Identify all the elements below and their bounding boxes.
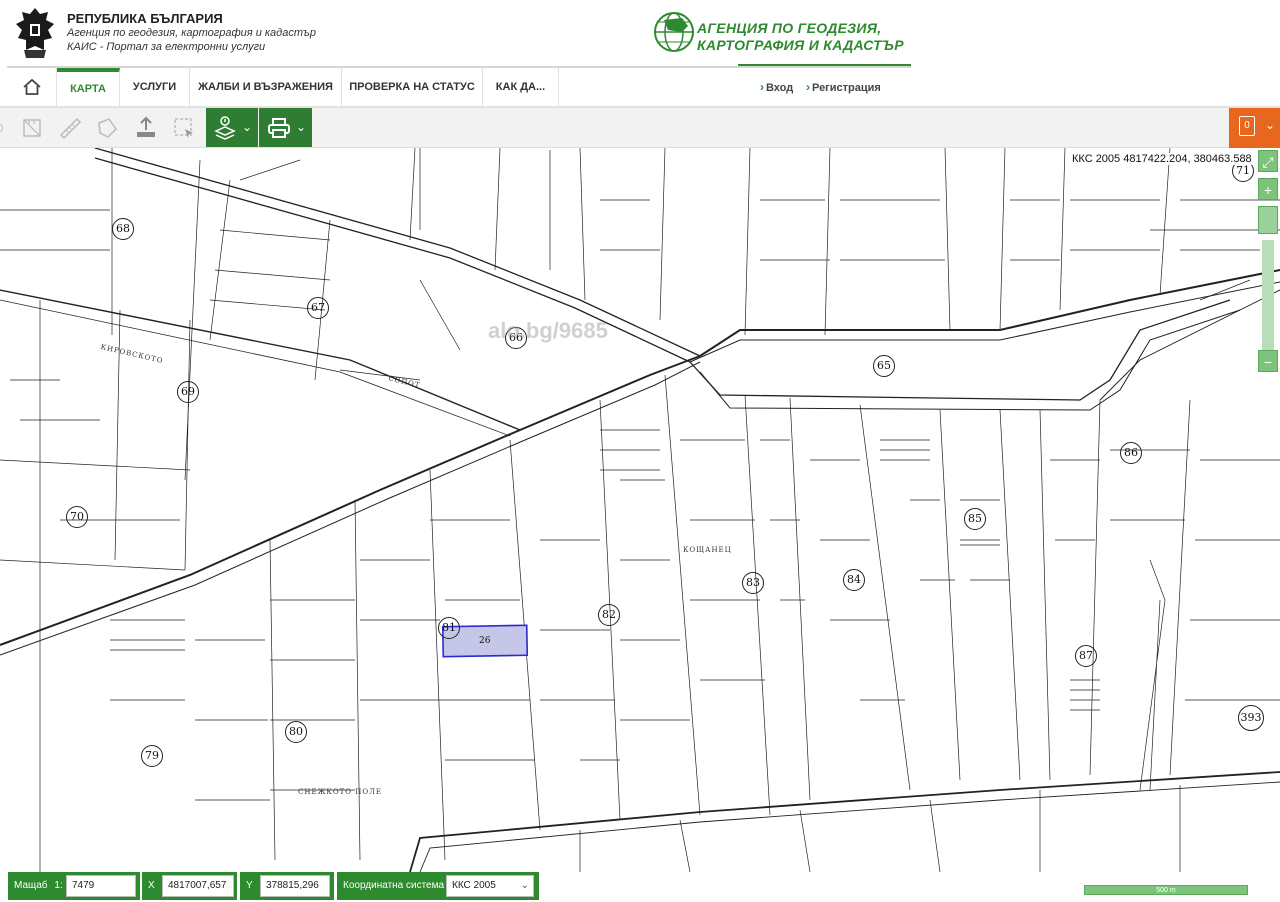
locality-label: КОЩАНЕЦ [683, 546, 732, 554]
layers-icon [214, 115, 236, 140]
coordinate-system-value: ККС 2005 [452, 880, 496, 891]
coat-of-arms-logo [16, 8, 54, 58]
agency-name-line2: КАРТОГРАФИЯ И КАДАСТЪР [697, 37, 904, 53]
block-number: 83 [742, 572, 764, 594]
cursor-coordinates: ККС 2005 4817422.204, 380463.588 [1070, 153, 1254, 165]
upload-icon[interactable] [128, 110, 164, 146]
block-number: 80 [285, 721, 307, 743]
print-icon [268, 117, 290, 138]
nav-complaints[interactable]: ЖАЛБИ И ВЪЗРАЖЕНИЯ [190, 68, 342, 106]
register-label: Регистрация [812, 82, 881, 94]
cart-button[interactable]: 0 ⌄ [1229, 108, 1280, 148]
print-button[interactable]: ⌄ [259, 108, 312, 147]
login-label: Вход [766, 82, 794, 94]
block-number: 69 [177, 381, 199, 403]
ruler-icon[interactable] [52, 110, 88, 146]
block-number: 67 [307, 297, 329, 319]
nav-services[interactable]: УСЛУГИ [120, 68, 190, 106]
block-number: 393 [1238, 705, 1264, 731]
zoom-slider-track[interactable] [1262, 240, 1274, 350]
cadastral-map[interactable]: КИРОВСКОТО СОПОТ КОЩАНЕЦ СНЕЖКОТО ПОЛЕ 6… [0, 148, 1280, 872]
zoom-slider-handle[interactable] [1258, 206, 1278, 234]
y-coordinate-field[interactable]: 378815,296 [260, 875, 330, 897]
layers-button[interactable]: ⌄ [206, 108, 258, 147]
portal-subtitle: КАИС - Портал за електронни услуги [67, 41, 266, 53]
scale-input[interactable]: 7479 [66, 875, 136, 897]
main-nav: КАРТА УСЛУГИ ЖАЛБИ И ВЪЗРАЖЕНИЯ ПРОВЕРКА… [0, 66, 1280, 108]
block-number: 87 [1075, 645, 1097, 667]
zoom-controls: ⤢ + − [1258, 150, 1280, 372]
zoom-in-button[interactable]: + [1258, 178, 1278, 200]
polygon-icon[interactable] [89, 110, 125, 146]
x-coordinate-field[interactable]: 4817007,657 [162, 875, 234, 897]
zoom-out-button[interactable]: − [1258, 350, 1278, 372]
chevron-right-icon: › [760, 80, 764, 94]
locality-label: СНЕЖКОТО ПОЛЕ [298, 788, 383, 796]
login-link[interactable]: › Вход [760, 68, 793, 106]
selected-parcel-label: 26 [479, 636, 491, 646]
block-number: 86 [1120, 442, 1142, 464]
app-root: РЕПУБЛИКА БЪЛГАРИЯ Агенция по геодезия, … [0, 0, 1280, 902]
select-area-icon[interactable] [166, 110, 202, 146]
block-number: 65 [873, 355, 895, 377]
watermark: alo.bg/9685 [488, 318, 608, 343]
block-number: 84 [843, 569, 865, 591]
header: РЕПУБЛИКА БЪЛГАРИЯ Агенция по геодезия, … [0, 0, 1280, 68]
block-number: 79 [141, 745, 163, 767]
block-number: 68 [112, 218, 134, 240]
agency-globe-logo [654, 12, 694, 52]
home-icon [22, 78, 41, 95]
block-number: 82 [598, 604, 620, 626]
agency-name: АГЕНЦИЯ ПО ГЕОДЕЗИЯ, КАРТОГРАФИЯ И КАДАС… [697, 20, 904, 54]
info-icon[interactable] [0, 110, 10, 146]
nav-map[interactable]: КАРТА [57, 68, 120, 106]
parcel-lines [0, 148, 1280, 872]
chevron-down-icon: ⌄ [1265, 118, 1276, 132]
block-number: 85 [964, 508, 986, 530]
map-toolbar: ⌄ ⌄ 0 ⌄ [0, 108, 1280, 148]
org-block: РЕПУБЛИКА БЪЛГАРИЯ Агенция по геодезия, … [67, 12, 316, 54]
agency-name-line1: АГЕНЦИЯ ПО ГЕОДЕЗИЯ, [697, 20, 882, 36]
block-number: 70 [66, 506, 88, 528]
nav-how-to[interactable]: КАК ДА... [483, 68, 559, 106]
nav-status-check[interactable]: ПРОВЕРКА НА СТАТУС [342, 68, 483, 106]
org-title: РЕПУБЛИКА БЪЛГАРИЯ [67, 11, 223, 26]
coordinate-system-label: Координатна система [343, 880, 445, 891]
org-subtitle: Агенция по геодезия, картография и кадас… [67, 27, 316, 39]
register-link[interactable]: › Регистрация [806, 68, 881, 106]
block-number: 81 [438, 617, 460, 639]
scale-bar: 500 m [1084, 885, 1248, 895]
scale-label: Мащаб [14, 880, 48, 891]
chevron-down-icon: ⌄ [241, 120, 252, 134]
chevron-right-icon: › [806, 80, 810, 94]
nav-home[interactable] [7, 68, 57, 106]
measure-area-icon[interactable] [14, 110, 50, 146]
cart-badge: 0 [1239, 116, 1255, 136]
fullscreen-button[interactable]: ⤢ [1258, 150, 1278, 172]
x-label: X [148, 880, 155, 891]
coordinate-system-select[interactable]: ККС 2005 ⌄ [446, 875, 534, 897]
chevron-down-icon: ⌄ [520, 880, 529, 891]
scale-prefix: 1: [54, 880, 63, 891]
chevron-down-icon: ⌄ [295, 120, 306, 134]
y-label: Y [246, 880, 253, 891]
